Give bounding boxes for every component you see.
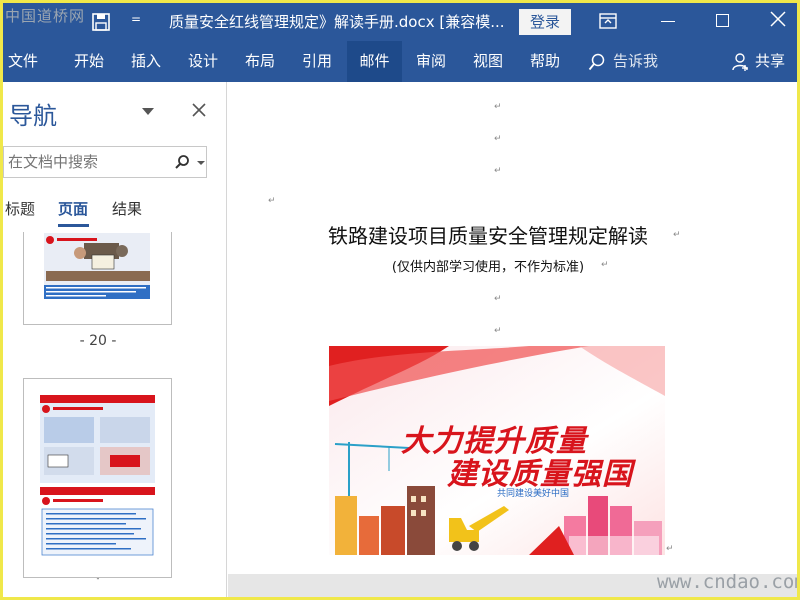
document-title: 质量安全红线管理规定》解读手册.docx [兼容模...	[169, 13, 504, 31]
tab-headings[interactable]: 标题	[5, 198, 35, 219]
document-canvas: ↵ ↵ ↵ ↵ 铁路建设项目质量安全管理规定解读 ↵ (仅供内部学习使用，不作为…	[228, 82, 797, 597]
tab-results[interactable]: 结果	[112, 198, 142, 219]
paragraph-mark: ↵	[494, 294, 502, 304]
active-tab-indicator	[58, 224, 89, 227]
share-button[interactable]: 共享	[755, 41, 785, 82]
tab-home[interactable]: 开始	[63, 41, 115, 82]
page-number-label: -	[96, 574, 100, 583]
tab-review[interactable]: 审阅	[405, 41, 457, 82]
tab-layout[interactable]: 布局	[234, 41, 286, 82]
paragraph-mark: ↵	[673, 230, 681, 240]
tab-help[interactable]: 帮助	[519, 41, 571, 82]
page-thumbnail[interactable]	[23, 232, 172, 325]
page-number-label: - 20 -	[79, 333, 117, 349]
document-subheading: (仅供内部学习使用，不作为标准)	[391, 260, 585, 275]
search-icon[interactable]	[174, 154, 190, 170]
tell-me-search[interactable]: 告诉我	[613, 41, 658, 82]
close-window-icon[interactable]	[770, 11, 786, 27]
watermark-bottom-right: www.cndao.com	[657, 571, 797, 593]
login-button[interactable]: 登录	[519, 9, 571, 35]
watermark-top-left: 中国道桥网	[5, 7, 86, 25]
maximize-button[interactable]	[716, 14, 729, 27]
poster-image[interactable]: 大力提升质量 建设质量强国 共同建设美好中国	[329, 346, 665, 555]
nav-search-box	[3, 146, 207, 178]
close-icon[interactable]	[192, 103, 206, 117]
tab-view[interactable]: 视图	[462, 41, 514, 82]
ribbon-display-options-icon[interactable]	[599, 13, 617, 29]
tab-mailings[interactable]: 邮件	[347, 41, 402, 82]
chevron-down-icon[interactable]	[142, 108, 154, 115]
nav-pane-title: 导航	[9, 102, 57, 130]
paragraph-mark: ↵	[601, 260, 609, 270]
title-bar: 中国道桥网 = 质量安全红线管理规定》解读手册.docx [兼容模... 登录	[3, 3, 797, 41]
quick-access-customize-button[interactable]: =	[131, 12, 141, 26]
tab-insert[interactable]: 插入	[120, 41, 172, 82]
word-window: 中国道桥网 = 质量安全红线管理规定》解读手册.docx [兼容模... 登录 …	[3, 3, 797, 597]
page-thumbnails: - 20 - -	[3, 232, 227, 597]
poster-tagline: 共同建设美好中国	[497, 489, 570, 499]
document-heading: 铁路建设项目质量安全管理规定解读	[328, 224, 648, 248]
page-thumbnail-image	[40, 395, 155, 556]
paragraph-mark: ↵	[494, 166, 502, 176]
tab-references[interactable]: 引用	[291, 41, 343, 82]
paragraph-mark: ↵	[494, 134, 502, 144]
tab-file[interactable]: 文件	[3, 41, 43, 82]
tab-design[interactable]: 设计	[177, 41, 229, 82]
tab-pages[interactable]: 页面	[58, 198, 88, 219]
save-icon[interactable]	[92, 13, 110, 31]
minimize-button[interactable]	[661, 21, 675, 22]
paragraph-mark: ↵	[666, 544, 674, 554]
share-person-icon[interactable]	[732, 52, 750, 72]
document-page[interactable]: ↵ ↵ ↵ ↵ 铁路建设项目质量安全管理规定解读 ↵ (仅供内部学习使用，不作为…	[228, 82, 797, 574]
ribbon-tab-bar: 文件 开始 插入 设计 布局 引用 邮件 审阅 视图 帮助 告诉我 共享	[3, 41, 797, 82]
page-thumbnail-image	[44, 233, 150, 299]
navigation-pane: 导航 标题 页面 结果	[3, 82, 227, 597]
lightbulb-search-icon[interactable]	[588, 53, 606, 71]
paragraph-mark: ↵	[494, 102, 502, 112]
page-thumbnail[interactable]	[23, 378, 172, 578]
search-options-chevron-icon[interactable]	[197, 161, 205, 165]
paragraph-mark: ↵	[494, 326, 502, 336]
search-input[interactable]	[8, 147, 168, 177]
paragraph-mark: ↵	[268, 196, 276, 206]
